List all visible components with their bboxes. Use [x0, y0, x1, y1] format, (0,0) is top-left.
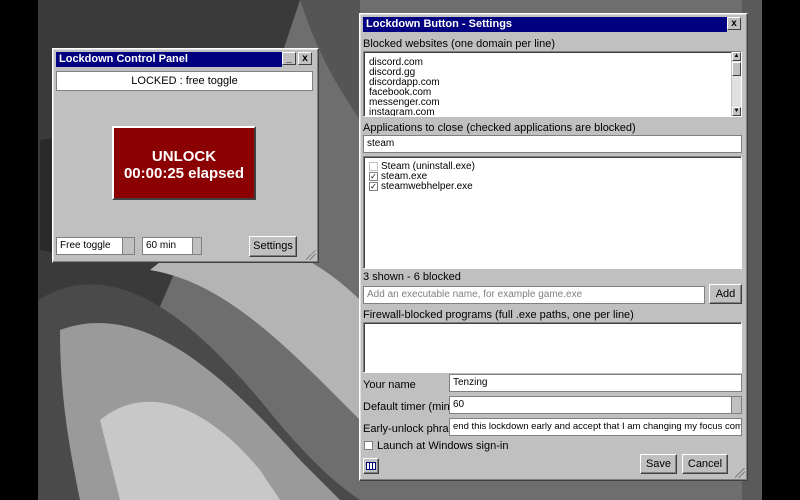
scroll-thumb[interactable]	[732, 62, 741, 76]
add-exe-input[interactable]: Add an executable name, for example game…	[363, 286, 705, 304]
elapsed-time: 00:00:25 elapsed	[123, 165, 245, 182]
default-timer-input[interactable]: 60	[449, 396, 742, 414]
calendar-button[interactable]	[363, 458, 379, 474]
lock-status: LOCKED : free toggle	[56, 71, 313, 91]
minimize-button[interactable]: _	[282, 52, 296, 65]
settings-resize-grip[interactable]	[735, 468, 745, 478]
websites-scrollbar[interactable]: ▲ ▼	[731, 52, 741, 116]
scroll-down-icon[interactable]: ▼	[732, 107, 741, 116]
blocked-websites-label: Blocked websites (one domain per line)	[363, 38, 555, 50]
blocked-website-item: instagram.com	[369, 107, 435, 117]
scroll-up-icon[interactable]: ▲	[732, 52, 741, 61]
firewall-textarea[interactable]	[363, 322, 742, 373]
mode-select[interactable]: Free toggle	[56, 237, 135, 255]
save-button[interactable]: Save	[640, 454, 677, 474]
duration-select[interactable]: 60 min	[142, 237, 202, 255]
duration-select-value: 60 min	[146, 240, 177, 251]
launch-at-signin-checkbox[interactable]	[364, 441, 373, 450]
apps-label: Applications to close (checked applicati…	[363, 122, 636, 134]
settings-window: Lockdown Button - Settings x Blocked web…	[359, 13, 748, 481]
duration-spinner[interactable]	[192, 238, 201, 254]
timer-spinner[interactable]	[731, 397, 741, 413]
launch-at-signin-label: Launch at Windows sign-in	[377, 440, 509, 452]
calendar-icon	[366, 462, 376, 470]
firewall-label: Firewall-blocked programs (full .exe pat…	[363, 309, 634, 321]
control-panel-window: Lockdown Control Panel _ x LOCKED : free…	[52, 48, 319, 263]
control-panel-titlebar[interactable]: Lockdown Control Panel	[56, 52, 282, 67]
mode-select-value: Free toggle	[60, 240, 111, 251]
apps-list[interactable]: Steam (uninstall.exe) ✓ steam.exe ✓ steamweb…	[363, 156, 742, 269]
settings-titlebar[interactable]: Lockdown Button - Settings	[363, 17, 727, 32]
settings-button[interactable]: Settings	[249, 236, 297, 257]
settings-title: Lockdown Button - Settings	[366, 18, 513, 30]
add-button[interactable]: Add	[709, 284, 742, 304]
app-list-item[interactable]: steamwebhelper.exe	[381, 182, 473, 192]
add-exe-placeholder: Add an executable name, for example game…	[367, 289, 583, 300]
mode-dropdown-arrow[interactable]	[122, 238, 134, 254]
unlock-button[interactable]: UNLOCK 00:00:25 elapsed	[112, 126, 256, 200]
blocked-websites-textarea[interactable]: discord.com discord.gg discordapp.com faceb…	[363, 51, 742, 117]
early-unlock-label: Early-unlock phrase	[363, 423, 461, 435]
default-timer-value: 60	[453, 399, 465, 410]
settings-close-button[interactable]: x	[727, 17, 741, 30]
app-checkbox[interactable]: ✓	[369, 182, 378, 191]
your-name-input[interactable]: Tenzing	[449, 374, 742, 392]
unlock-label: UNLOCK	[151, 148, 217, 165]
app-checkbox[interactable]	[369, 162, 378, 171]
close-button[interactable]: x	[298, 52, 312, 65]
resize-grip[interactable]	[306, 250, 316, 260]
early-unlock-input[interactable]: end this lockdown early and accept that …	[449, 418, 742, 436]
apps-summary: 3 shown - 6 blocked	[363, 271, 461, 283]
cancel-button[interactable]: Cancel	[682, 454, 728, 474]
apps-filter-input[interactable]: steam	[363, 135, 742, 153]
your-name-label: Your name	[363, 379, 416, 391]
app-checkbox[interactable]: ✓	[369, 172, 378, 181]
control-panel-title: Lockdown Control Panel	[59, 53, 188, 65]
